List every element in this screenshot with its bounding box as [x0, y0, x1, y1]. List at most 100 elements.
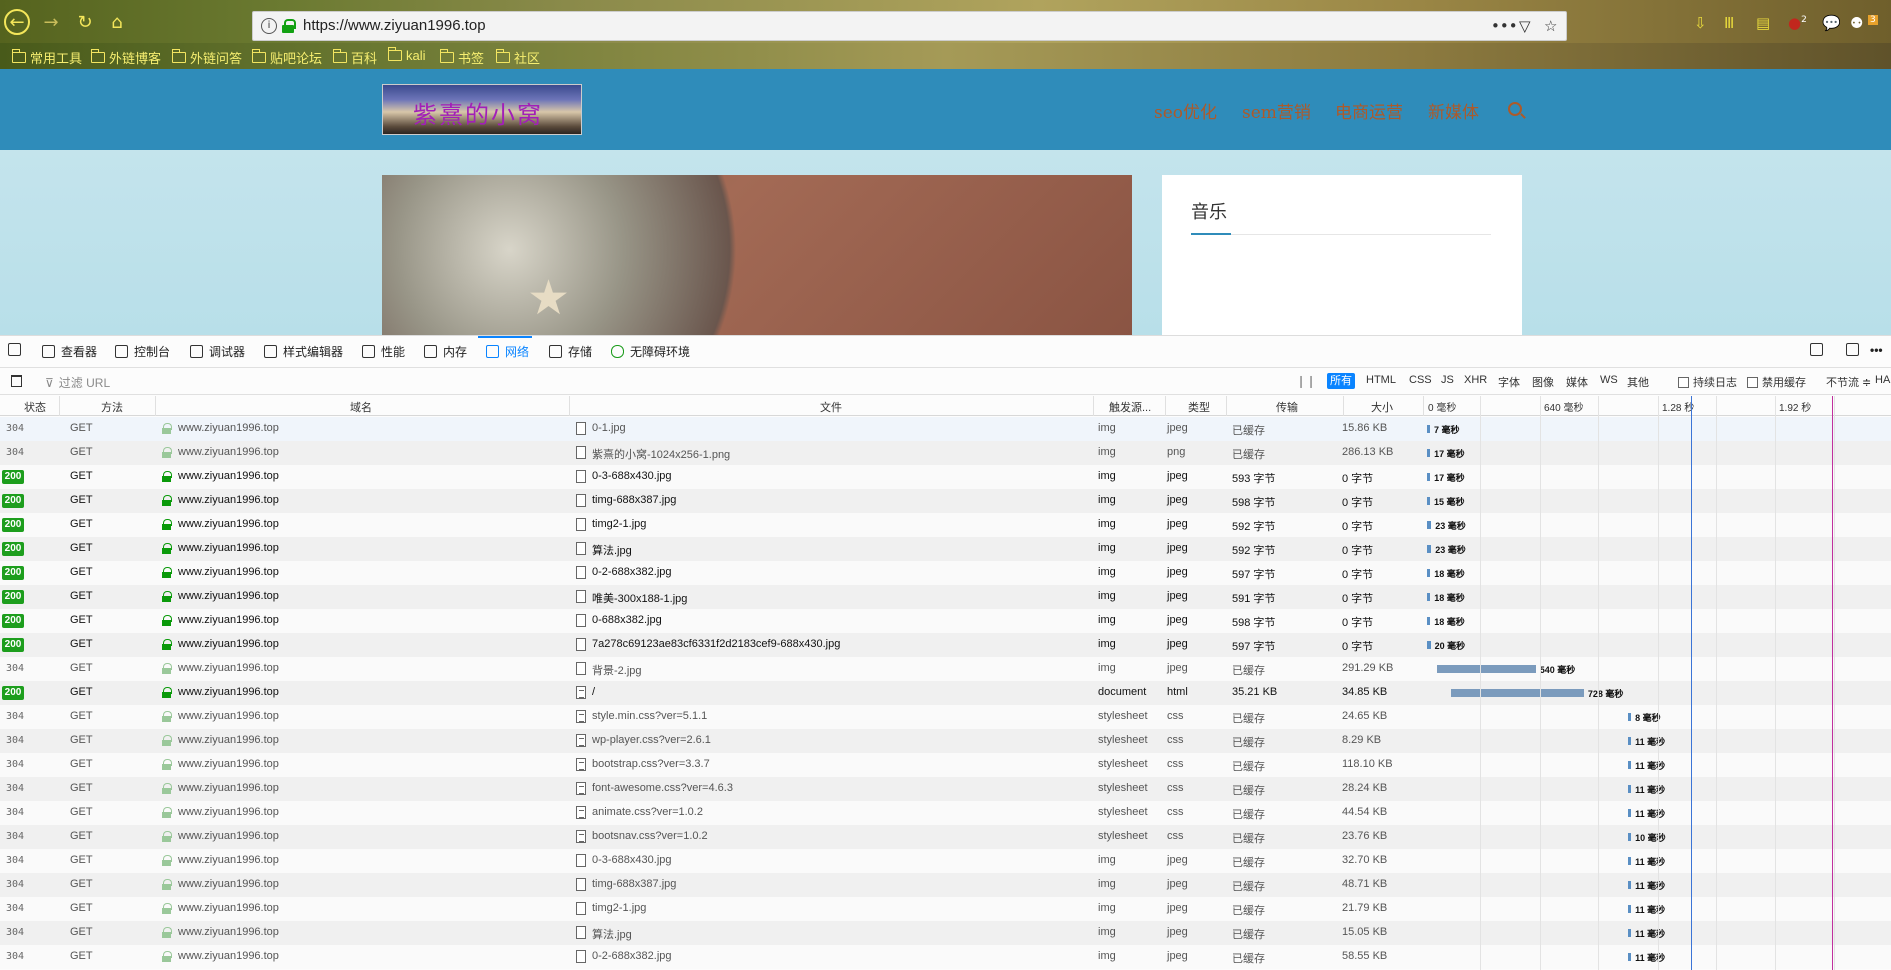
tab-performance[interactable]: 性能 [362, 343, 405, 360]
filter-other[interactable]: 其他 [1627, 374, 1649, 390]
column-type[interactable]: 类型 [1188, 399, 1210, 415]
bookmark-folder[interactable]: 常用工具 [12, 48, 82, 67]
back-button[interactable]: ← [4, 9, 30, 35]
filter-html[interactable]: HTML [1366, 374, 1396, 386]
bookmark-folder[interactable]: 百科 [333, 48, 377, 67]
column-size[interactable]: 大小 [1371, 399, 1393, 415]
request-row[interactable]: 200 GET www.ziyuan1996.top 0-688x382.jpg img… [0, 609, 1891, 633]
column-cause[interactable]: 触发源... [1109, 399, 1151, 415]
nav-link-ecommerce[interactable]: 电商运营 [1335, 98, 1403, 123]
request-row[interactable]: 304 GET www.ziyuan1996.top 紫熹的小窝-1024x256-1… [0, 441, 1891, 465]
menu-extension-icon[interactable]: 3 [1868, 14, 1878, 32]
search-icon[interactable] [1508, 102, 1522, 116]
request-row[interactable]: 304 GET www.ziyuan1996.top style.min.css?ve… [0, 705, 1891, 729]
column-transferred[interactable]: 传输 [1276, 399, 1298, 415]
persist-log-checkbox[interactable]: 持续日志 [1678, 374, 1737, 390]
tab-memory[interactable]: 内存 [424, 343, 467, 360]
tab-inspector[interactable]: 查看器 [42, 343, 97, 360]
tab-debugger[interactable]: 调试器 [190, 343, 245, 360]
request-row[interactable]: 304 GET www.ziyuan1996.top 背景-2.jpg img jpeg 已… [0, 657, 1891, 681]
waterfall-bar [1427, 617, 1431, 625]
request-row[interactable]: 200 GET www.ziyuan1996.top timg-688x387.jpg… [0, 489, 1891, 513]
address-bar[interactable]: i https://www.ziyuan1996.top ••• ▽ ☆ [252, 11, 1567, 41]
info-icon[interactable]: i [261, 18, 277, 34]
chat-icon[interactable]: 💬 [1822, 14, 1841, 32]
site-logo[interactable]: 紫熹的小窝 [382, 84, 582, 135]
request-row[interactable]: 200 GET www.ziyuan1996.top timg2-1.jpg img jp… [0, 513, 1891, 537]
lock-icon[interactable] [282, 19, 296, 33]
devtools-menu-button[interactable]: ••• [1870, 343, 1883, 357]
nav-link-seo[interactable]: seo优化 [1154, 98, 1217, 123]
filter-url-input[interactable]: 过滤 URL [45, 374, 110, 391]
request-row[interactable]: 304 GET www.ziyuan1996.top bootstrap.css?ve… [0, 753, 1891, 777]
request-row[interactable]: 304 GET www.ziyuan1996.top 0-2-688x382.jpg i… [0, 945, 1891, 969]
tab-console[interactable]: 控制台 [115, 343, 170, 360]
request-row[interactable]: 304 GET www.ziyuan1996.top 0-1.jpg img jpeg 已缓… [0, 417, 1891, 441]
library-icon[interactable]: Ⅲ [1724, 14, 1734, 32]
request-row[interactable]: 304 GET www.ziyuan1996.top 0-3-688x430.jpg i… [0, 849, 1891, 873]
request-row[interactable]: 304 GET www.ziyuan1996.top font-awesome.css… [0, 777, 1891, 801]
pocket-icon[interactable]: ▽ [1519, 17, 1531, 35]
extension-ublock-icon[interactable]: ●2 [1788, 14, 1807, 32]
bookmark-folder[interactable]: kali [388, 47, 426, 63]
request-row[interactable]: 200 GET www.ziyuan1996.top 7a278c69123ae83c… [0, 633, 1891, 657]
throttle-select[interactable]: 不节流 ≑ [1826, 374, 1871, 390]
filter-xhr[interactable]: XHR [1464, 374, 1487, 386]
filter-font[interactable]: 字体 [1498, 374, 1520, 390]
tab-storage[interactable]: 存储 [549, 343, 592, 360]
bookmark-folder[interactable]: 外链问答 [172, 48, 242, 67]
nav-link-new-media[interactable]: 新媒体 [1428, 98, 1479, 123]
request-row[interactable]: 304 GET www.ziyuan1996.top 算法.jpg img jpeg 已缓存… [0, 921, 1891, 945]
mask-icon[interactable]: ⚉ [1850, 14, 1863, 32]
tab-accessibility[interactable]: 无障碍环境 [611, 343, 690, 360]
filter-all[interactable]: 所有 [1327, 373, 1355, 389]
request-row[interactable]: 304 GET www.ziyuan1996.top bootsnav.css?ver… [0, 825, 1891, 849]
har-menu[interactable]: HAR [1875, 374, 1891, 386]
request-row[interactable]: 200 GET www.ziyuan1996.top / document html 35.… [0, 681, 1891, 705]
bookmark-folder[interactable]: 社区 [496, 48, 540, 67]
reload-button[interactable]: ↻ [72, 9, 98, 35]
url-text[interactable]: https://www.ziyuan1996.top [303, 17, 486, 34]
request-row[interactable]: 304 GET www.ziyuan1996.top timg2-1.jpg img jp… [0, 897, 1891, 921]
size-cell: 28.24 KB [1342, 782, 1388, 794]
page-actions-button[interactable]: ••• [1491, 17, 1518, 35]
filter-js[interactable]: JS [1441, 374, 1454, 386]
request-row[interactable]: 200 GET www.ziyuan1996.top 0-3-688x430.jpg i… [0, 465, 1891, 489]
column-status[interactable]: 状态 [24, 399, 46, 415]
dock-button[interactable] [1846, 343, 1865, 356]
pause-button[interactable]: ❘❘ [1296, 374, 1316, 388]
filter-ws[interactable]: WS [1600, 374, 1618, 386]
filter-images[interactable]: 图像 [1532, 374, 1554, 390]
bookmark-folder[interactable]: 贴吧论坛 [252, 48, 322, 67]
trash-icon[interactable] [11, 375, 22, 387]
request-row[interactable]: 200 GET www.ziyuan1996.top 0-2-688x382.jpg i… [0, 561, 1891, 585]
forward-button[interactable]: → [38, 9, 64, 35]
filter-css[interactable]: CSS [1409, 374, 1432, 386]
request-row[interactable]: 200 GET www.ziyuan1996.top 唯美-300x188-1.jpg… [0, 585, 1891, 609]
filter-media[interactable]: 媒体 [1566, 374, 1588, 390]
bookmark-folder[interactable]: 外链博客 [91, 48, 161, 67]
nav-link-sem[interactable]: sem营销 [1242, 98, 1311, 123]
element-picker-button[interactable] [8, 343, 27, 356]
request-row[interactable]: 304 GET www.ziyuan1996.top animate.css?ver=… [0, 801, 1891, 825]
checkbox[interactable] [1747, 376, 1758, 388]
tab-label: 性能 [381, 345, 406, 359]
responsive-design-button[interactable] [1810, 343, 1829, 356]
checkbox[interactable] [1678, 376, 1689, 388]
request-row[interactable]: 304 GET www.ziyuan1996.top timg-688x387.jpg… [0, 873, 1891, 897]
bookmark-folder[interactable]: 书签 [440, 48, 484, 67]
column-file[interactable]: 文件 [820, 399, 842, 415]
disable-cache-checkbox[interactable]: 禁用缓存 [1747, 374, 1806, 390]
request-row[interactable]: 200 GET www.ziyuan1996.top 算法.jpg img jpeg 592… [0, 537, 1891, 561]
sidebar-icon[interactable]: ▤ [1756, 14, 1770, 32]
domain-cell: www.ziyuan1996.top [178, 638, 279, 650]
tab-network[interactable]: 网络 [486, 343, 529, 360]
column-method[interactable]: 方法 [101, 399, 123, 415]
downloads-icon[interactable]: ⇩ [1694, 14, 1707, 32]
column-domain[interactable]: 域名 [350, 399, 372, 415]
bookmark-star-icon[interactable]: ☆ [1544, 17, 1557, 35]
home-button[interactable]: ⌂ [104, 9, 130, 35]
request-row[interactable]: 304 GET www.ziyuan1996.top wp-player.css?ve… [0, 729, 1891, 753]
size-cell: 0 字节 [1342, 497, 1374, 509]
tab-style-editor[interactable]: 样式编辑器 [264, 343, 343, 360]
